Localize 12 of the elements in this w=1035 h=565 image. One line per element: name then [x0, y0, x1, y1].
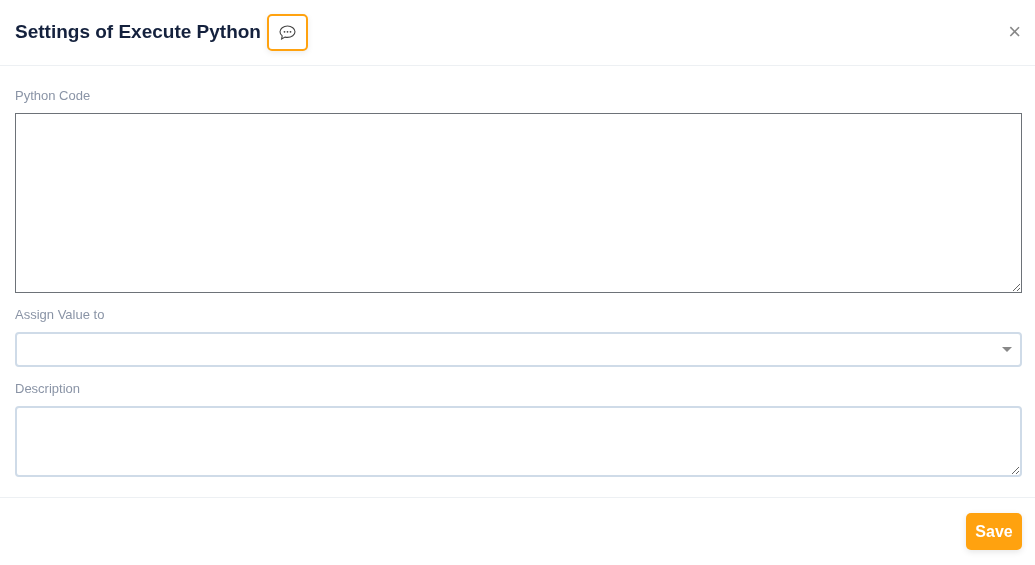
caret-icon: [1002, 346, 1012, 352]
dialog-title: Settings of Execute Python: [15, 21, 261, 44]
save-button[interactable]: Save: [966, 513, 1022, 550]
field-label: Assign Value to: [15, 306, 106, 322]
chat-bubble-icon: [279, 24, 296, 40]
comment-button[interactable]: [267, 13, 308, 51]
close-button[interactable]: ×: [1008, 21, 1021, 44]
field-label: Python Code: [15, 87, 92, 103]
description-field[interactable]: [15, 405, 1022, 477]
select-field[interactable]: [15, 331, 1022, 367]
field-label: Description: [15, 380, 82, 396]
code-field[interactable]: [15, 112, 1022, 293]
